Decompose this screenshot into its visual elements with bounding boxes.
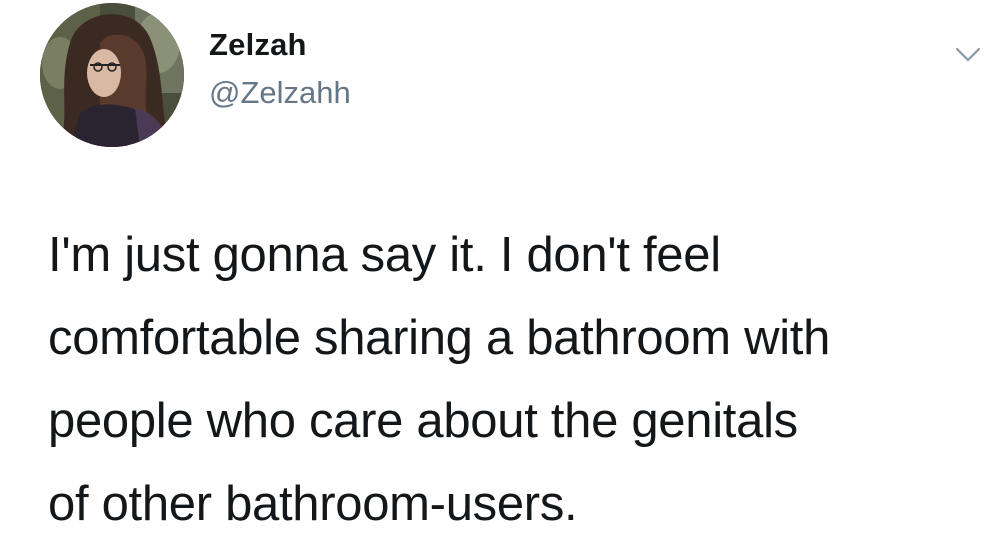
author-handle[interactable]: @Zelzahh [209,75,351,111]
tweet-text-line: I'm just gonna say it. I don't feel [48,228,721,282]
tweet-text-line: people who care about the genitals [48,394,798,448]
tweet-text-line: comfortable sharing a bathroom with [48,311,831,365]
profile-photo-icon [40,3,184,147]
tweet-text: I'm just gonna say it. I don't feel comf… [48,214,988,546]
avatar[interactable] [40,3,184,147]
chevron-down-icon[interactable] [948,40,988,68]
author-display-name[interactable]: Zelzah [209,27,307,63]
tweet-card: Zelzah @Zelzahh I'm just gonna say it. I… [0,0,1000,551]
tweet-text-line: of other bathroom-users. [48,477,578,531]
